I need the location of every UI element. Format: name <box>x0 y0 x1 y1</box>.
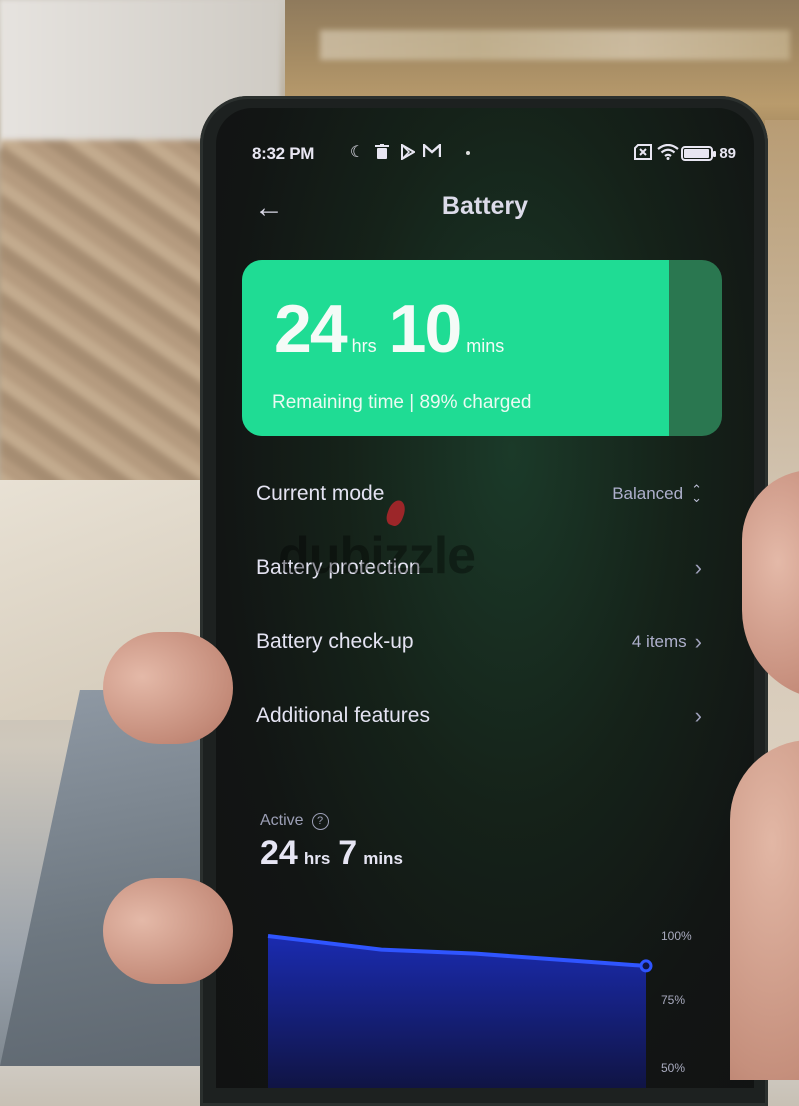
gmail-icon <box>422 142 442 162</box>
active-label: Active <box>260 812 304 829</box>
chart-end-point <box>639 959 653 973</box>
active-hours-unit: hrs <box>303 849 331 868</box>
dot-icon <box>466 151 470 155</box>
battery-check-up-label: Battery check-up <box>256 630 414 653</box>
battery-level-chart: 100% 75% 50% <box>267 929 692 1088</box>
additional-features-right: › <box>695 703 702 729</box>
additional-features-row[interactable]: Additional features › <box>256 696 702 736</box>
remaining-minutes: 10 <box>388 291 463 367</box>
battery-icon-fill <box>684 148 710 158</box>
current-mode-label: Current mode <box>256 482 385 505</box>
battery-check-up-count: 4 items <box>631 632 687 651</box>
chevron-right-icon: › <box>694 629 702 654</box>
battery-remaining-card: 24 hrs 10 mins Remaining time | 89% char… <box>242 260 722 436</box>
current-mode-value: Balanced <box>612 484 684 503</box>
y-tick-label: 100% <box>661 929 692 943</box>
trash-icon <box>373 144 391 162</box>
chevron-right-icon: › <box>694 703 702 728</box>
status-time: 8:32 PM <box>252 144 315 163</box>
hand-finger <box>103 878 233 984</box>
active-hours: 24 <box>260 834 298 872</box>
battery-check-up-right: 4 items › <box>632 629 702 655</box>
background-cabinet-trim <box>320 30 790 60</box>
chart-area <box>268 936 646 1088</box>
battery-protection-right: › <box>695 555 702 581</box>
hand-palm <box>730 740 799 1080</box>
chevron-right-icon: › <box>694 555 702 580</box>
y-tick-label: 50% <box>661 1061 685 1075</box>
active-label-group: Active ? <box>260 812 329 830</box>
battery-check-up-row[interactable]: Battery check-up 4 items › <box>256 622 702 662</box>
y-tick-label: 75% <box>661 993 685 1007</box>
status-bar: 8:32 PM ☾ 89 <box>252 142 736 166</box>
remaining-subtitle: Remaining time | 89% charged <box>272 392 532 413</box>
active-minutes-unit: mins <box>363 849 403 868</box>
current-mode-row[interactable]: Current mode Balanced ⌃ ⌄ <box>256 474 702 514</box>
battery-icon <box>681 145 717 161</box>
remaining-time: 24 hrs 10 mins <box>274 290 516 368</box>
page-title: Battery <box>441 192 529 220</box>
remaining-minutes-unit: mins <box>466 336 505 356</box>
remaining-hours-unit: hrs <box>351 336 377 356</box>
battery-percent: 89 <box>719 144 736 162</box>
phone-screen: 8:32 PM ☾ 89 ← Battery 24 hrs 10 mins Re… <box>216 108 754 1088</box>
notification-icons: ☾ <box>348 142 470 162</box>
question-circle-icon[interactable]: ? <box>311 812 329 830</box>
active-time: 24 hrs 7 mins <box>260 834 411 873</box>
active-minutes: 7 <box>338 834 358 872</box>
additional-features-label: Additional features <box>256 704 430 727</box>
remaining-hours: 24 <box>274 291 348 367</box>
watermark-text: dubizzle <box>278 527 476 585</box>
play-store-icon <box>398 143 416 162</box>
sim-off-icon <box>633 144 653 162</box>
hand-finger <box>103 632 233 744</box>
moon-icon: ☾ <box>349 144 365 161</box>
current-mode-value-group: Balanced ⌃ ⌄ <box>612 482 702 505</box>
up-down-chevron-icon: ⌃ ⌄ <box>691 482 702 505</box>
system-icons: 89 <box>633 143 736 162</box>
wifi-icon <box>657 143 679 162</box>
